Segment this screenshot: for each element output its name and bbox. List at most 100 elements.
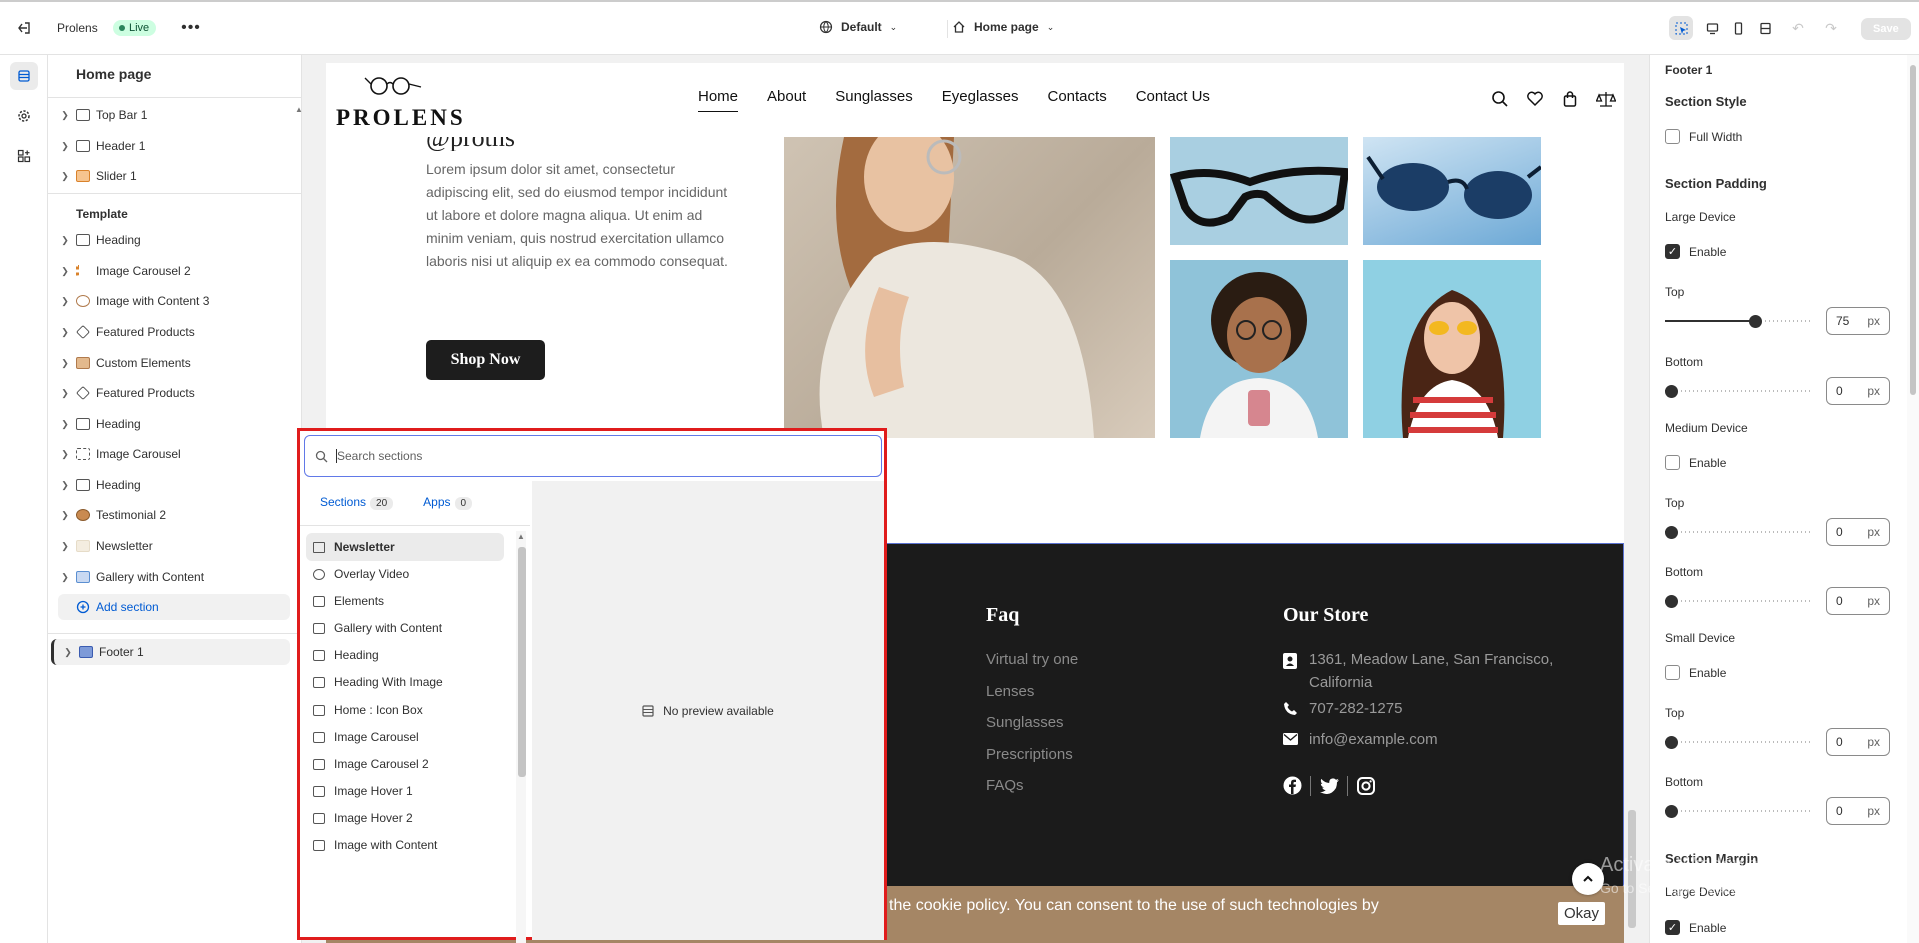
cart-bag-icon[interactable] — [1561, 90, 1579, 108]
sidebar-item-heading[interactable]: ❯ Heading — [58, 472, 294, 498]
okay-button[interactable]: Okay — [1558, 902, 1606, 925]
large-bottom-input[interactable]: 0 px — [1826, 377, 1890, 405]
medium-bottom-input[interactable]: 0 px — [1826, 587, 1890, 615]
section-option-newsletter[interactable]: Newsletter — [306, 533, 504, 561]
scrollbar-thumb[interactable] — [1910, 65, 1916, 395]
footer-link[interactable]: Virtual try one — [986, 651, 1078, 668]
chevron-right-icon[interactable]: ❯ — [58, 110, 72, 121]
chevron-right-icon[interactable]: ❯ — [58, 171, 72, 182]
settings-gear-icon[interactable] — [10, 102, 38, 130]
page-select[interactable]: Home page ⌄ — [952, 20, 1054, 34]
section-option-image-hover-2[interactable]: Image Hover 2 — [306, 804, 506, 832]
sidebar-item-image-carousel[interactable]: ❯ Image Carousel — [58, 441, 294, 467]
slider-track[interactable] — [1665, 741, 1812, 743]
section-option-image-with-content[interactable]: Image with Content — [306, 831, 506, 859]
checkbox-box[interactable] — [1665, 665, 1680, 680]
medium-device-enable-checkbox[interactable]: Enable — [1665, 455, 1726, 470]
medium-bottom-slider[interactable] — [1665, 595, 1812, 608]
chevron-right-icon[interactable]: ❯ — [58, 541, 72, 552]
section-option-gallery-with-content[interactable]: Gallery with Content — [306, 614, 506, 642]
fullscreen-icon[interactable] — [1753, 16, 1777, 40]
chevron-right-icon[interactable]: ❯ — [58, 449, 72, 460]
preview-scrollbar[interactable] — [1625, 63, 1639, 943]
sidebar-item-testimonial-2[interactable]: ❯ Testimonial 2 — [58, 502, 294, 528]
chevron-right-icon[interactable]: ❯ — [58, 235, 72, 246]
search-icon[interactable] — [1491, 90, 1509, 108]
apps-icon[interactable] — [10, 142, 38, 170]
section-list-scrollbar[interactable]: ▲ — [516, 531, 526, 943]
twitter-icon[interactable] — [1320, 778, 1339, 794]
section-option-image-carousel-2[interactable]: Image Carousel 2 — [306, 750, 506, 778]
store-logo[interactable]: PROLENS — [336, 105, 466, 131]
large-top-slider[interactable] — [1665, 315, 1812, 328]
section-option-home-icon-box[interactable]: Home : Icon Box — [306, 696, 506, 724]
nav-contacts[interactable]: Contacts — [1048, 88, 1107, 112]
mobile-icon[interactable] — [1726, 16, 1750, 40]
nav-eyeglasses[interactable]: Eyeglasses — [942, 88, 1019, 112]
sidebar-item-featured-products[interactable]: ❯ Featured Products — [58, 380, 294, 406]
slider-handle[interactable] — [1748, 315, 1762, 328]
facebook-icon[interactable] — [1283, 776, 1302, 795]
checkbox-box[interactable] — [1665, 129, 1680, 144]
slider-track[interactable] — [1665, 531, 1812, 533]
undo-icon[interactable]: ↶ — [1786, 16, 1810, 40]
redo-icon[interactable]: ↷ — [1819, 16, 1843, 40]
select-tool-icon[interactable] — [1669, 16, 1693, 40]
checkbox-box[interactable] — [1665, 455, 1680, 470]
sections-icon[interactable] — [10, 62, 38, 90]
desktop-icon[interactable] — [1700, 16, 1724, 40]
slider-track[interactable] — [1665, 600, 1812, 602]
sidebar-item-footer[interactable]: ❯ Footer 1 — [51, 639, 290, 665]
small-device-enable-checkbox[interactable]: Enable — [1665, 665, 1726, 680]
section-option-elements[interactable]: Elements — [306, 587, 506, 615]
settings-scrollbar[interactable] — [1907, 55, 1919, 943]
section-option-image-hover-1[interactable]: Image Hover 1 — [306, 777, 506, 805]
nav-sunglasses[interactable]: Sunglasses — [835, 88, 913, 112]
sidebar-item-image-with-content-3[interactable]: ❯ Image with Content 3 — [58, 288, 294, 314]
medium-top-input[interactable]: 0 px — [1826, 518, 1890, 546]
section-option-heading[interactable]: Heading — [306, 641, 506, 669]
chevron-right-icon[interactable]: ❯ — [61, 647, 75, 658]
sidebar-item-image-carousel-2[interactable]: ❯ Image Carousel 2 — [58, 258, 294, 284]
footer-phone[interactable]: 707-282-1275 — [1309, 697, 1402, 720]
nav-home[interactable]: Home — [698, 88, 739, 112]
checkbox-checked-icon[interactable]: ✓ — [1665, 920, 1680, 935]
slider-handle[interactable] — [1665, 385, 1678, 398]
small-top-input[interactable]: 0 px — [1826, 728, 1890, 756]
section-option-heading-with-image[interactable]: Heading With Image — [306, 668, 506, 696]
chevron-right-icon[interactable]: ❯ — [58, 572, 72, 583]
slider-handle[interactable] — [1665, 526, 1678, 539]
sidebar-item-slider[interactable]: ❯ Slider 1 — [58, 163, 294, 189]
chevron-right-icon[interactable]: ❯ — [58, 419, 72, 430]
small-top-slider[interactable] — [1665, 736, 1812, 749]
sidebar-item-header[interactable]: ❯ Header 1 — [58, 133, 294, 159]
full-width-checkbox[interactable]: Full Width — [1665, 129, 1742, 144]
margin-large-enable-checkbox[interactable]: ✓ Enable — [1665, 920, 1726, 935]
slider-track[interactable] — [1665, 390, 1812, 392]
large-top-input[interactable]: 75 px — [1826, 307, 1890, 335]
chevron-right-icon[interactable]: ❯ — [58, 296, 72, 307]
nav-contact-us[interactable]: Contact Us — [1136, 88, 1210, 112]
exit-icon[interactable] — [12, 16, 36, 40]
footer-link[interactable]: FAQs — [986, 777, 1024, 794]
sidebar-item-heading[interactable]: ❯ Heading — [58, 411, 294, 437]
sidebar-item-gallery-with-content[interactable]: ❯ Gallery with Content — [58, 564, 294, 590]
more-icon[interactable]: ••• — [179, 16, 203, 40]
tab-sections[interactable]: Sections 20 — [320, 495, 394, 510]
sidebar-item-newsletter[interactable]: ❯ Newsletter — [58, 533, 294, 559]
chevron-right-icon[interactable]: ❯ — [58, 141, 72, 152]
large-device-enable-checkbox[interactable]: ✓ Enable — [1665, 244, 1726, 259]
sidebar-item-heading[interactable]: ❯ Heading — [58, 227, 294, 253]
slider-handle[interactable] — [1665, 736, 1678, 749]
shop-now-button[interactable]: Shop Now — [426, 340, 545, 380]
compare-scale-icon[interactable] — [1596, 90, 1616, 108]
chevron-right-icon[interactable]: ❯ — [58, 327, 72, 338]
medium-top-slider[interactable] — [1665, 526, 1812, 539]
nav-about[interactable]: About — [767, 88, 806, 112]
sidebar-item-custom-elements[interactable]: ❯ Custom Elements — [58, 350, 294, 376]
large-bottom-slider[interactable] — [1665, 385, 1812, 398]
theme-select[interactable]: Default ⌄ — [819, 20, 897, 34]
add-section-button[interactable]: Add section — [58, 594, 290, 620]
small-bottom-input[interactable]: 0 px — [1826, 797, 1890, 825]
save-button[interactable]: Save — [1861, 18, 1911, 40]
